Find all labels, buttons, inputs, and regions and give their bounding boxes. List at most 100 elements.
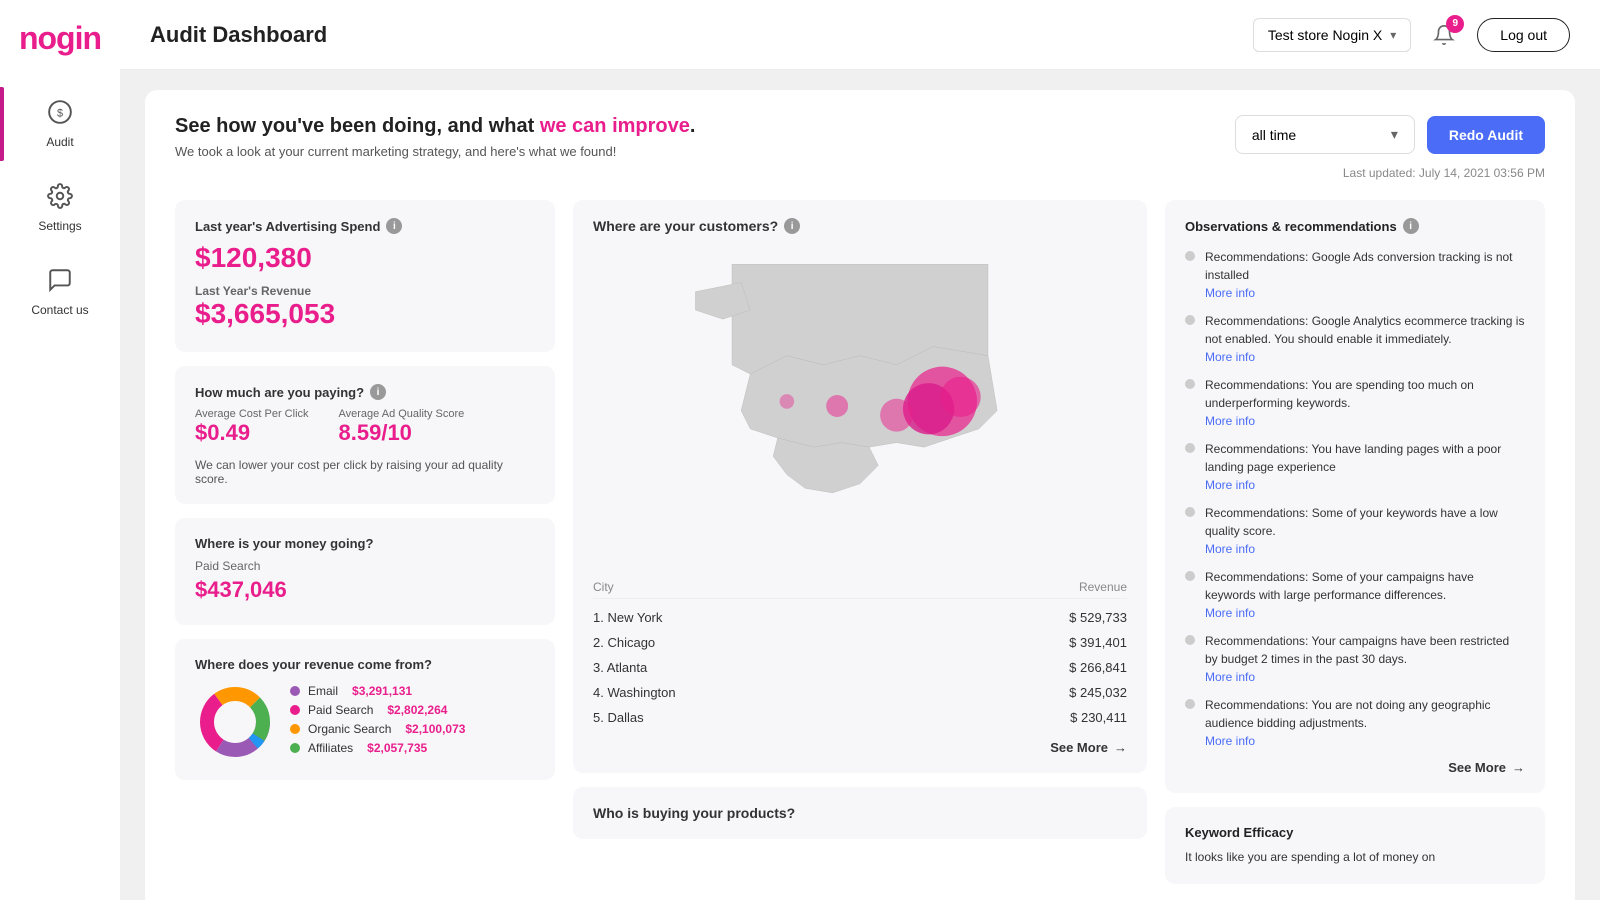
obs-item-8: Recommendations: You are not doing any g… [1185, 696, 1525, 748]
who-buying-card: Who is buying your products? [573, 787, 1147, 839]
main-content: Audit Dashboard Test store Nogin X ▾ 9 L… [120, 0, 1600, 900]
sidebar-item-contact[interactable]: Contact us [0, 255, 120, 329]
obs-link-2[interactable]: More info [1205, 350, 1525, 364]
city-2: 2. Chicago [593, 635, 655, 650]
obs-link-7[interactable]: More info [1205, 670, 1525, 684]
revenue-2: $ 391,401 [1069, 635, 1127, 650]
city-4: 4. Washington [593, 685, 676, 700]
email-amount: $3,291,131 [352, 684, 412, 698]
obs-item-7: Recommendations: Your campaigns have bee… [1185, 632, 1525, 684]
obs-item-4: Recommendations: You have landing pages … [1185, 440, 1525, 492]
chevron-down-icon: ▾ [1391, 126, 1398, 143]
advertising-spend-title: Last year's Advertising Spend i [195, 218, 535, 234]
city-1: 1. New York [593, 610, 662, 625]
obs-link-3[interactable]: More info [1205, 414, 1525, 428]
logout-button[interactable]: Log out [1477, 18, 1570, 52]
dollar-circle-icon: $ [47, 99, 73, 130]
obs-link-1[interactable]: More info [1205, 286, 1525, 300]
obs-text-4: Recommendations: You have landing pages … [1205, 442, 1501, 474]
dashboard-controls-wrap: all time ▾ Redo Audit Last updated: July… [1235, 115, 1545, 180]
organic-amount: $2,100,073 [405, 722, 465, 736]
headline-highlight: we can improve [540, 115, 690, 137]
revenue-1: $ 529,733 [1069, 610, 1127, 625]
customers-see-more[interactable]: See More → [593, 740, 1127, 755]
observations-see-more[interactable]: See More → [1185, 760, 1525, 775]
observations-title: Observations & recommendations i [1185, 218, 1525, 234]
time-filter[interactable]: all time ▾ [1235, 115, 1415, 154]
obs-dot-1 [1185, 251, 1195, 261]
cpc-label: Average Cost Per Click [195, 408, 309, 420]
email-label: Email [308, 684, 338, 698]
time-filter-value: all time [1252, 127, 1296, 143]
left-column: Last year's Advertising Spend i $120,380… [175, 200, 555, 884]
obs-text-1: Recommendations: Google Ads conversion t… [1205, 250, 1513, 282]
sidebar: nogin $ Audit Settings [0, 0, 120, 900]
arrow-right-icon: → [1114, 740, 1127, 755]
obs-text-3: Recommendations: You are spending too mu… [1205, 378, 1474, 410]
sidebar-item-contact-label: Contact us [31, 303, 88, 317]
obs-content-4: Recommendations: You have landing pages … [1205, 440, 1525, 492]
keyword-efficacy-title: Keyword Efficacy [1185, 825, 1525, 840]
email-dot [290, 686, 300, 696]
revenue-3: $ 266,841 [1069, 660, 1127, 675]
obs-content-3: Recommendations: You are spending too mu… [1205, 376, 1525, 428]
dashboard-subheadline: We took a look at your current marketing… [175, 144, 695, 159]
cost-title: How much are you paying? i [195, 384, 535, 400]
obs-item-6: Recommendations: Some of your campaigns … [1185, 568, 1525, 620]
cost-metrics-row: Average Cost Per Click $0.49 Average Ad … [195, 408, 535, 446]
info-icon-2[interactable]: i [370, 384, 386, 400]
obs-link-8[interactable]: More info [1205, 734, 1525, 748]
dashboard-columns: Last year's Advertising Spend i $120,380… [175, 200, 1545, 884]
redo-audit-button[interactable]: Redo Audit [1427, 116, 1545, 154]
advertising-spend-card: Last year's Advertising Spend i $120,380… [175, 200, 555, 352]
customers-map-card: Where are your customers? i [573, 200, 1147, 773]
right-column: Observations & recommendations i Recomme… [1165, 200, 1545, 884]
notification-badge: 9 [1446, 15, 1464, 33]
cost-note: We can lower your cost per click by rais… [195, 458, 535, 486]
money-value: $437,046 [195, 577, 535, 603]
revenue-legend: Email $3,291,131 Paid Search $2,802,264 [290, 684, 465, 760]
cost-card: How much are you paying? i Average Cost … [175, 366, 555, 504]
obs-dot-5 [1185, 507, 1195, 517]
obs-text-8: Recommendations: You are not doing any g… [1205, 698, 1491, 730]
obs-link-6[interactable]: More info [1205, 606, 1525, 620]
info-icon-3[interactable]: i [784, 218, 800, 234]
city-5: 5. Dallas [593, 710, 644, 725]
svg-text:$: $ [57, 107, 63, 119]
city-table-header: City Revenue [593, 576, 1127, 599]
obs-dot-3 [1185, 379, 1195, 389]
sidebar-item-audit[interactable]: $ Audit [0, 87, 120, 161]
affiliates-label: Affiliates [308, 741, 353, 755]
obs-link-5[interactable]: More info [1205, 542, 1525, 556]
advertising-spend-value: $120,380 [195, 242, 535, 274]
obs-item-1: Recommendations: Google Ads conversion t… [1185, 248, 1525, 300]
store-selector[interactable]: Test store Nogin X ▾ [1253, 18, 1411, 52]
notification-button[interactable]: 9 [1426, 17, 1462, 53]
organic-dot [290, 724, 300, 734]
money-going-title: Where is your money going? [195, 536, 535, 551]
revenue-col-header: Revenue [1079, 580, 1127, 594]
revenue-4: $ 245,032 [1069, 685, 1127, 700]
customers-map-title: Where are your customers? i [593, 218, 1127, 234]
affiliates-dot [290, 743, 300, 753]
quality-value: 8.59/10 [339, 420, 465, 446]
obs-link-4[interactable]: More info [1205, 478, 1525, 492]
revenue-donut-wrap: Email $3,291,131 Paid Search $2,802,264 [195, 682, 535, 762]
info-icon-4[interactable]: i [1403, 218, 1419, 234]
header-actions: Test store Nogin X ▾ 9 Log out [1253, 17, 1570, 53]
store-name: Test store Nogin X [1268, 27, 1382, 43]
info-icon[interactable]: i [386, 218, 402, 234]
sidebar-item-settings[interactable]: Settings [0, 171, 120, 245]
dashboard-content: See how you've been doing, and what we c… [120, 70, 1600, 900]
city-row-3: 3. Atlanta $ 266,841 [593, 655, 1127, 680]
logo: nogin [19, 20, 101, 57]
obs-dot-8 [1185, 699, 1195, 709]
obs-text-6: Recommendations: Some of your campaigns … [1205, 570, 1474, 602]
revenue-row-organic: Organic Search $2,100,073 [290, 722, 465, 736]
obs-text-7: Recommendations: Your campaigns have bee… [1205, 634, 1509, 666]
obs-dot-7 [1185, 635, 1195, 645]
middle-column: Where are your customers? i [573, 200, 1147, 884]
money-channel: Paid Search [195, 559, 535, 573]
chevron-down-icon: ▾ [1390, 28, 1396, 42]
arrow-right-icon-2: → [1512, 760, 1525, 775]
